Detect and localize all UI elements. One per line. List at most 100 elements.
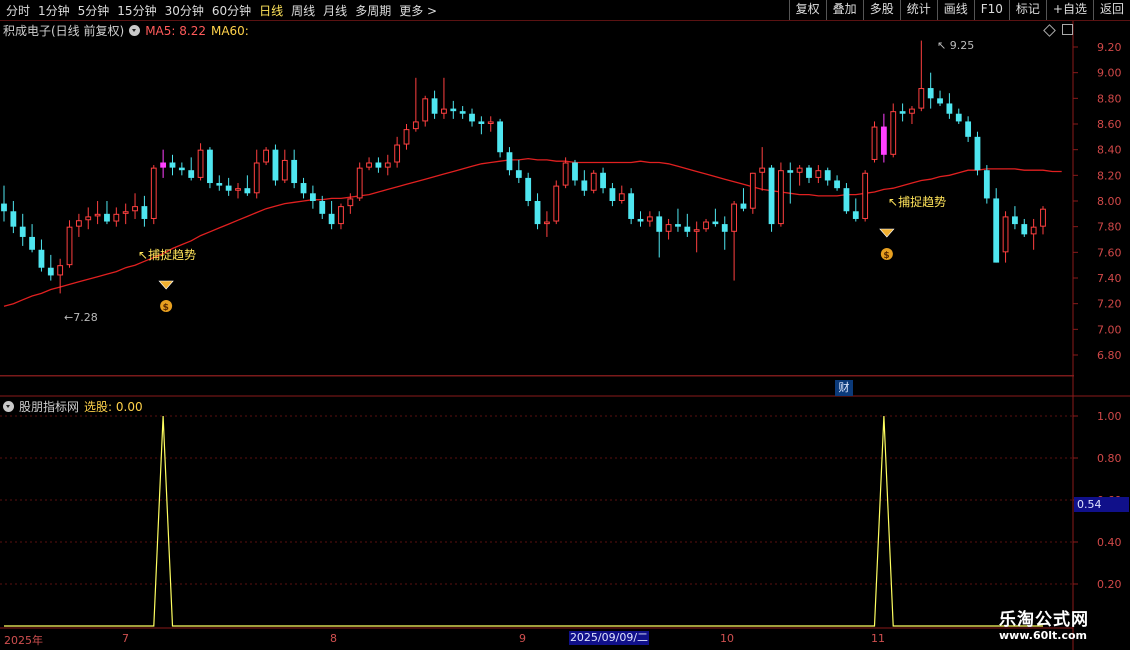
toolbar-button[interactable]: 标记: [1008, 0, 1046, 20]
select-indicator-line: [4, 415, 1043, 627]
arrow-icon: ↖: [937, 39, 947, 52]
period-tab[interactable]: 周线: [291, 2, 315, 19]
candle-body: [207, 149, 213, 184]
high-price-label: ↖ 9.25: [937, 39, 974, 52]
chart-canvas[interactable]: 9.20 9.00 8.80 8.60 8.40 8.20 8.00 7.80 7.60 7.40…: [0, 21, 1130, 650]
y-tick-label: 9.00: [1097, 67, 1122, 80]
y-tick-label: 0.80: [1097, 452, 1122, 465]
candle-body: [684, 226, 691, 232]
y-tick-label: 8.40: [1097, 144, 1122, 157]
candle-body: [150, 167, 157, 219]
candle-body: [94, 213, 101, 217]
candle-body: [927, 88, 934, 99]
candle-body: [1040, 208, 1046, 227]
y-tick-label: 8.80: [1097, 92, 1122, 105]
candle-body: [1021, 224, 1028, 235]
candle-body: [160, 162, 167, 168]
toolbar-button[interactable]: 画线: [936, 0, 974, 20]
y-tick-label: 7.40: [1097, 272, 1122, 285]
candle-body: [721, 224, 728, 232]
y-tick-label: 0.20: [1097, 578, 1122, 591]
period-tab[interactable]: 15分钟: [117, 2, 156, 19]
candle-body: [459, 111, 466, 114]
low-price-label: ←7.28: [64, 311, 98, 324]
candle-body: [122, 211, 129, 214]
y-tick-label: 0.40: [1097, 536, 1122, 549]
toolbar-button[interactable]: F10: [973, 0, 1009, 20]
candle-body: [1, 203, 7, 212]
finance-badge[interactable]: 财: [835, 380, 853, 396]
panel-divider: [0, 375, 1074, 377]
candle-body: [590, 172, 597, 191]
stock-title[interactable]: 积成电子(日线 前复权): [3, 22, 124, 39]
indicator-header: 股朋指标网 选股: 0.00: [3, 398, 143, 415]
candle-body: [300, 183, 307, 194]
candle-body: [394, 144, 401, 163]
candle-body: [787, 170, 794, 173]
period-tab[interactable]: 5分钟: [78, 2, 110, 19]
candle-body: [562, 162, 569, 186]
candle-body: [731, 203, 738, 232]
high-price-value: 9.25: [949, 39, 975, 52]
period-tab[interactable]: 60分钟: [212, 2, 251, 19]
arrow-icon: ←: [64, 311, 74, 324]
y-tick-label: 1.00: [1097, 410, 1122, 423]
candle-body: [974, 136, 981, 171]
y-tick-label: 8.20: [1097, 169, 1122, 182]
candle-body: [235, 188, 241, 191]
candle-body: [712, 221, 719, 225]
candle-body: [356, 167, 363, 199]
candle-body: [38, 249, 45, 268]
candle-body: [609, 188, 616, 201]
candle-body: [946, 103, 953, 114]
candle-body: [47, 267, 54, 276]
toolbar-button[interactable]: 多股: [862, 0, 900, 20]
candle-body: [10, 211, 17, 227]
candle-body: [656, 216, 663, 232]
candle-body: [703, 221, 709, 230]
watermark-url: www.60lt.com: [999, 629, 1088, 642]
toolbar-button[interactable]: 叠加: [825, 0, 863, 20]
toolbar-button[interactable]: +自选: [1045, 0, 1093, 20]
candle-body: [291, 159, 298, 184]
period-tab[interactable]: 月线: [323, 2, 347, 19]
candle-body: [871, 126, 878, 160]
low-price-value: 7.28: [73, 311, 98, 324]
signal-text: 捕捉趋势: [148, 248, 197, 262]
dropdown-icon[interactable]: [129, 25, 141, 36]
toolbar-button[interactable]: 统计: [899, 0, 937, 20]
toolbar-button[interactable]: 复权: [788, 0, 826, 20]
candle-body: [431, 98, 438, 114]
current-value-tag: 0.54: [1074, 497, 1129, 512]
candle-body: [993, 198, 1000, 263]
candle-body: [197, 149, 204, 178]
candle-body: [909, 108, 915, 114]
dropdown-icon[interactable]: [3, 401, 14, 412]
candle-body: [75, 220, 82, 227]
candle-body: [104, 213, 110, 222]
candle-body: [983, 170, 990, 199]
candle-body: [675, 224, 681, 227]
candle-body: [862, 172, 869, 219]
toolbar-button[interactable]: 返回: [1092, 0, 1130, 20]
money-bag-symbol: $: [163, 303, 169, 313]
period-tab[interactable]: 更多 >: [399, 2, 437, 19]
candle-body: [796, 167, 803, 173]
candle-body: [693, 229, 700, 232]
candle-body: [497, 121, 504, 153]
period-tab[interactable]: 日线: [259, 2, 283, 19]
indicator-title[interactable]: 股朋指标网: [19, 398, 79, 415]
candle-body: [543, 221, 550, 225]
y-tick-label: 7.00: [1097, 323, 1122, 336]
period-tab[interactable]: 1分钟: [38, 2, 70, 19]
period-tab[interactable]: 30分钟: [165, 2, 204, 19]
period-tab[interactable]: 分时: [6, 2, 30, 19]
candle-body: [319, 201, 326, 214]
period-tab[interactable]: 多周期: [355, 2, 391, 19]
candle-body: [29, 236, 35, 250]
window-icon[interactable]: [1062, 24, 1073, 35]
candle-body: [141, 206, 148, 219]
y-tick-label: 7.80: [1097, 221, 1122, 234]
candle-body: [412, 121, 419, 130]
candle-body: [281, 159, 288, 181]
